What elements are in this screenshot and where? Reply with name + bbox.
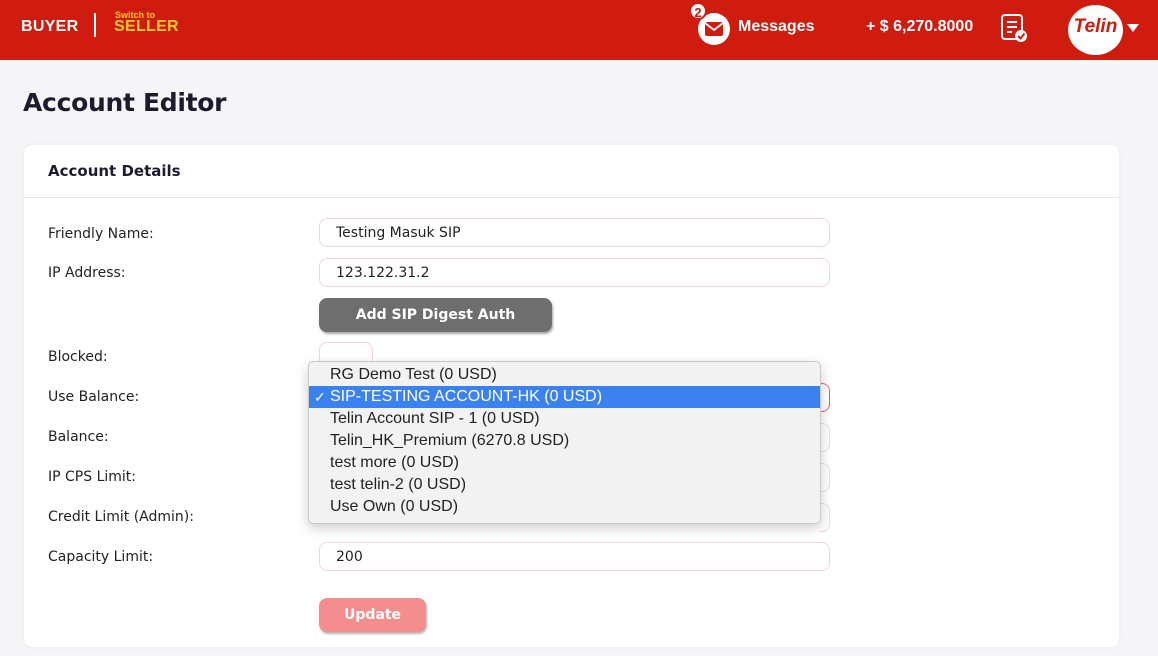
dropdown-option[interactable]: Use Own (0 USD) bbox=[309, 496, 820, 518]
add-sip-digest-auth-button[interactable]: Add SIP Digest Auth bbox=[319, 298, 552, 332]
user-avatar[interactable]: Telin bbox=[1068, 5, 1123, 55]
blocked-label: Blocked: bbox=[48, 349, 108, 365]
chevron-down-icon[interactable] bbox=[1127, 24, 1139, 32]
dropdown-option-label: test more (0 USD) bbox=[330, 454, 459, 471]
account-balance: + $ 6,270.8000 bbox=[866, 18, 974, 35]
use-balance-dropdown-list: RG Demo Test (0 USD) ✓ SIP-TESTING ACCOUNT… bbox=[308, 361, 821, 524]
friendly-name-input[interactable]: Testing Masuk SIP bbox=[319, 218, 830, 247]
avatar-logo-text: Telin bbox=[1073, 16, 1118, 37]
dropdown-option-label: RG Demo Test (0 USD) bbox=[330, 366, 497, 383]
balance-label: Balance: bbox=[48, 429, 109, 445]
top-bar: BUYER Switch to SELLER 2 Messages + $ 6,… bbox=[0, 0, 1158, 60]
dropdown-option[interactable]: test more (0 USD) bbox=[309, 452, 820, 474]
credit-limit-label: Credit Limit (Admin): bbox=[48, 509, 194, 525]
dropdown-option-label: Telin Account SIP - 1 (0 USD) bbox=[330, 410, 540, 427]
checkmark-icon: ✓ bbox=[314, 389, 326, 405]
mode-divider bbox=[94, 13, 96, 37]
ip-cps-limit-label: IP CPS Limit: bbox=[48, 469, 136, 485]
ip-address-input[interactable]: 123.122.31.2 bbox=[319, 258, 830, 287]
update-button[interactable]: Update bbox=[319, 598, 426, 632]
dropdown-option-label: test telin-2 (0 USD) bbox=[330, 476, 467, 493]
dropdown-option-label: SIP-TESTING ACCOUNT-HK (0 USD) bbox=[330, 388, 603, 405]
page-title: Account Editor bbox=[23, 88, 227, 117]
buyer-mode-label: BUYER bbox=[21, 18, 79, 35]
dropdown-option[interactable]: test telin-2 (0 USD) bbox=[309, 474, 820, 496]
invoice-icon[interactable] bbox=[1000, 13, 1028, 47]
card-title: Account Details bbox=[48, 162, 181, 180]
friendly-name-label: Friendly Name: bbox=[48, 226, 154, 242]
dropdown-option[interactable]: Telin_HK_Premium (6270.8 USD) bbox=[309, 430, 820, 452]
use-balance-label: Use Balance: bbox=[48, 389, 140, 405]
switch-to-seller-link[interactable]: SELLER bbox=[114, 18, 179, 36]
messages-link[interactable]: Messages bbox=[738, 18, 815, 36]
capacity-limit-input[interactable]: 200 bbox=[319, 542, 830, 571]
capacity-limit-label: Capacity Limit: bbox=[48, 549, 154, 565]
dropdown-option-label: Telin_HK_Premium (6270.8 USD) bbox=[330, 432, 570, 449]
ip-address-label: IP Address: bbox=[48, 265, 126, 281]
dropdown-option[interactable]: Telin Account SIP - 1 (0 USD) bbox=[309, 408, 820, 430]
card-header: Account Details bbox=[24, 145, 1119, 198]
dropdown-option[interactable]: RG Demo Test (0 USD) bbox=[309, 364, 820, 386]
dropdown-option[interactable]: ✓ SIP-TESTING ACCOUNT-HK (0 USD) bbox=[309, 386, 820, 408]
messages-count-badge: 2 bbox=[689, 2, 707, 20]
dropdown-option-label: Use Own (0 USD) bbox=[330, 498, 459, 515]
